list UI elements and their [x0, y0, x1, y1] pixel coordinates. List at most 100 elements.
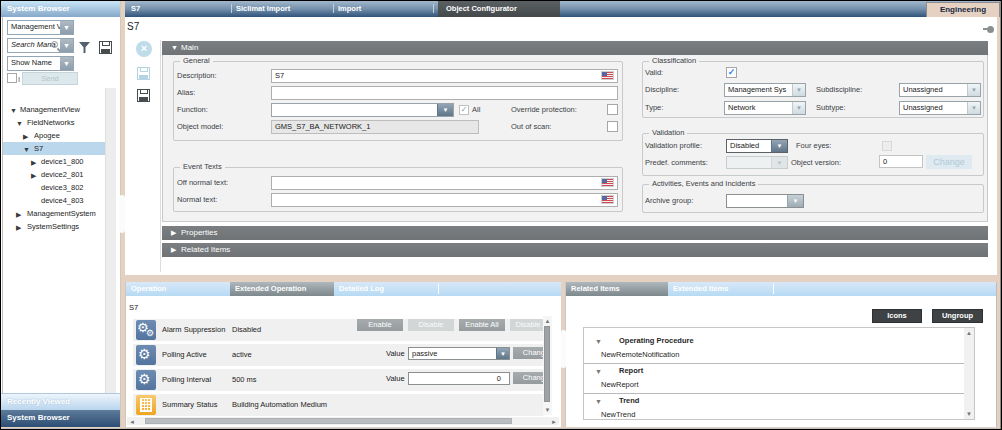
operation-horizontal-scrollbar[interactable]: ◄ ► — [127, 417, 559, 425]
type-combo[interactable]: Network▼ — [724, 101, 806, 115]
enable-button[interactable]: Enable — [357, 319, 403, 331]
disable-all-button[interactable]: Disable All — [510, 319, 543, 331]
chevron-down-icon[interactable]: ▼ — [967, 84, 980, 96]
tree-item-device2[interactable]: ▶ device2_801 — [1, 169, 120, 182]
tab-extended-operation[interactable]: Extended Operation — [230, 282, 334, 296]
related-item[interactable]: NewTrend — [601, 410, 635, 419]
tree-scrollbar[interactable] — [105, 88, 116, 394]
view-selector[interactable]: Management V ▼ — [7, 20, 74, 35]
tree-item-s7[interactable]: ▼ S7 — [1, 143, 120, 156]
expand-icon[interactable]: ▶ — [31, 171, 36, 180]
scrollbar-thumb[interactable] — [145, 418, 512, 424]
tree-item-fieldnetworks[interactable]: ▼ FieldNetworks — [1, 117, 120, 130]
save-search-icon[interactable] — [99, 41, 112, 54]
enable-all-button[interactable]: Enable All — [459, 319, 505, 331]
scroll-down-icon[interactable]: ▼ — [543, 406, 552, 414]
collapse-icon[interactable]: ▼ — [23, 145, 30, 154]
pin-icon[interactable] — [987, 26, 994, 33]
subdiscipline-combo[interactable]: Unassigned▼ — [899, 83, 981, 97]
tab-s7[interactable]: S7 — [131, 1, 140, 17]
related-item[interactable]: NewReport — [601, 380, 639, 389]
section-main-header[interactable]: ▼Main — [162, 41, 988, 55]
chevron-down-icon[interactable]: ▼ — [771, 140, 787, 152]
chevron-down-icon[interactable]: ▼ — [437, 104, 453, 116]
validation-profile-combo[interactable]: Disabled▼ — [726, 139, 788, 153]
scrollbar-thumb[interactable] — [544, 326, 550, 402]
tab-operation[interactable]: Operation — [126, 282, 230, 296]
scroll-right-icon[interactable]: ► — [550, 418, 558, 426]
chevron-down-icon[interactable]: ▼ — [496, 348, 509, 359]
collapse-icon[interactable]: ▼ — [595, 368, 602, 375]
chevron-down-icon[interactable]: ▼ — [792, 84, 805, 96]
discipline-combo[interactable]: Management Sys▼ — [724, 83, 806, 97]
tab-import[interactable]: Import — [338, 1, 361, 17]
collapse-icon[interactable]: ▼ — [10, 106, 17, 115]
override-protection-checkbox[interactable] — [607, 104, 618, 115]
collapse-icon[interactable]: ▼ — [16, 119, 23, 128]
recently-viewed-bar[interactable]: Recently Viewed — [1, 393, 120, 410]
disable-button[interactable]: Disable — [408, 319, 454, 331]
system-browser-bar[interactable]: System Browser — [1, 410, 120, 427]
tab-siclimat-import[interactable]: Siclimat Import — [236, 1, 290, 17]
function-combo[interactable]: ▼ — [271, 103, 454, 117]
change-button[interactable]: Change — [513, 347, 543, 359]
scroll-up-icon[interactable]: ▲ — [543, 317, 552, 325]
chevron-down-icon[interactable]: ▼ — [60, 21, 73, 34]
change-version-button[interactable]: Change — [926, 155, 972, 169]
filter-icon[interactable] — [79, 42, 90, 53]
scroll-up-icon[interactable]: ▲ — [964, 329, 974, 337]
tab-object-configurator[interactable]: Object Configurator — [438, 1, 560, 17]
related-item[interactable]: NewRemoteNotification — [601, 350, 679, 359]
tree-item-device1[interactable]: ▶ device1_800 — [1, 156, 120, 169]
section-related-items-header[interactable]: ▶Related Items — [162, 243, 988, 257]
valid-checkbox[interactable]: ✓ — [726, 67, 737, 78]
related-group-name[interactable]: Report — [619, 366, 643, 375]
tab-detailed-log[interactable]: Detailed Log — [334, 282, 437, 296]
change-button[interactable]: Change — [513, 372, 543, 384]
tree-item-device4[interactable]: device4_803 — [1, 195, 120, 208]
expand-icon[interactable]: ▶ — [16, 210, 21, 219]
ungroup-button[interactable]: Ungroup — [932, 309, 983, 323]
collapse-icon[interactable]: ▼ — [595, 398, 602, 405]
close-icon[interactable]: × — [136, 41, 152, 57]
section-properties-header[interactable]: ▶Properties — [162, 226, 988, 240]
display-mode-selector[interactable]: Show Name ▼ — [7, 56, 74, 71]
tab-extended-items[interactable]: Extended Items — [668, 282, 772, 296]
search-option-checkbox[interactable] — [7, 73, 17, 83]
out-of-scan-checkbox[interactable] — [607, 121, 618, 132]
chevron-down-icon[interactable]: ▼ — [967, 102, 980, 114]
icons-button[interactable]: Icons — [872, 309, 922, 323]
scroll-down-icon[interactable]: ▼ — [964, 410, 974, 418]
normal-text-field[interactable] — [271, 193, 618, 207]
tree-item-managementview[interactable]: ▼ ManagementView — [1, 104, 120, 117]
collapse-icon[interactable]: ▼ — [595, 338, 602, 345]
operation-vertical-scrollbar[interactable]: ▲ ▼ — [543, 316, 552, 415]
subtype-combo[interactable]: Unassigned▼ — [899, 101, 981, 115]
tree-item-systemsettings[interactable]: ▶ SystemSettings — [1, 221, 120, 234]
search-input[interactable]: Search Mana ▼ — [7, 38, 74, 53]
off-normal-text-field[interactable] — [271, 176, 618, 190]
tree-item-device3[interactable]: device3_802 — [1, 182, 120, 195]
save-as-icon[interactable] — [137, 89, 150, 102]
scroll-left-icon[interactable]: ◄ — [128, 418, 136, 426]
related-group-name[interactable]: Operating Procedure — [619, 336, 694, 345]
tree-item-managementsystem[interactable]: ▶ ManagementSystem — [1, 208, 120, 221]
all-checkbox[interactable]: ✓ — [459, 105, 469, 115]
chevron-down-icon[interactable]: ▼ — [60, 57, 73, 70]
sidebar-splitter-grip[interactable] — [119, 195, 125, 233]
chevron-down-icon[interactable]: ▼ — [60, 39, 73, 52]
send-button[interactable]: Send — [22, 72, 78, 85]
tree-item-apogee[interactable]: ▶ Apogee — [1, 130, 120, 143]
chevron-down-icon[interactable]: ▼ — [787, 195, 803, 207]
panel-splitter-grip[interactable] — [561, 330, 566, 368]
expand-icon[interactable]: ▶ — [16, 223, 21, 232]
tab-related-items[interactable]: Related Items — [566, 282, 668, 296]
save-icon[interactable] — [137, 67, 150, 80]
alias-field[interactable] — [271, 86, 618, 100]
tab-engineering[interactable]: Engineering — [926, 2, 1000, 17]
archive-group-combo[interactable]: ▼ — [726, 194, 804, 208]
related-items-scrollbar[interactable]: ▲ ▼ — [964, 328, 974, 419]
polling-interval-field[interactable]: 0 — [408, 372, 510, 385]
polling-active-combo[interactable]: passive▼ — [408, 347, 510, 360]
chevron-down-icon[interactable]: ▼ — [792, 102, 805, 114]
